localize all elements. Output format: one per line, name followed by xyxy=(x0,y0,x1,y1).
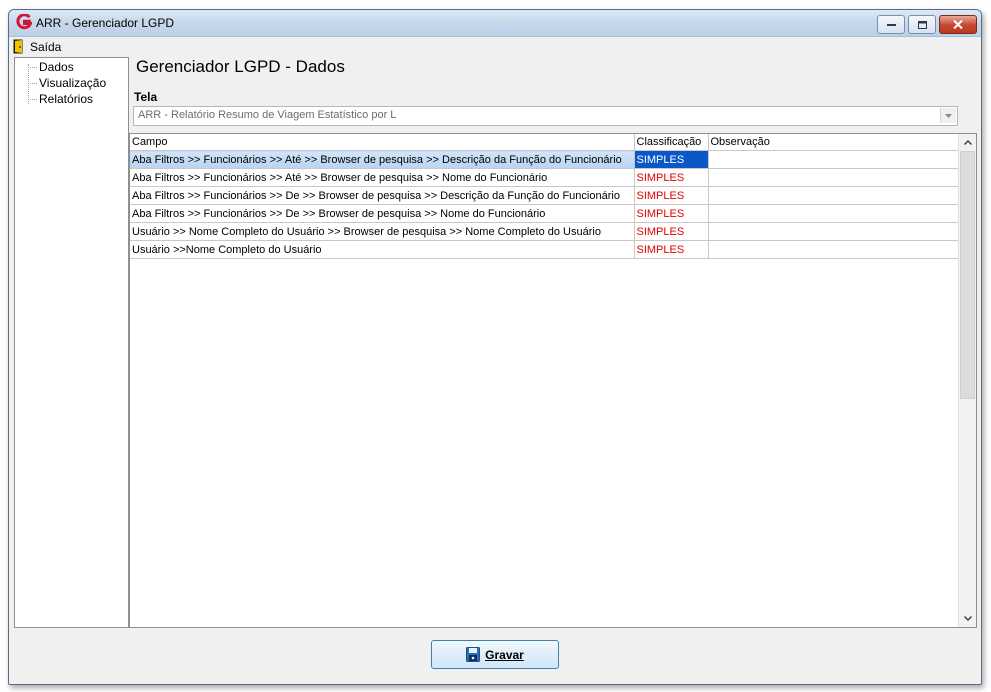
cell-classificacao[interactable]: SIMPLES xyxy=(634,150,709,169)
cell-classificacao[interactable]: SIMPLES xyxy=(634,204,709,223)
page-title: Gerenciador LGPD - Dados xyxy=(136,57,345,76)
cell-campo[interactable]: Usuário >>Nome Completo do Usuário xyxy=(130,240,635,259)
tree-connector xyxy=(28,83,37,84)
save-button[interactable]: Gravar xyxy=(431,640,559,669)
app-logo-icon xyxy=(16,14,32,30)
menu-item-exit[interactable]: Saída xyxy=(13,38,61,55)
tree-connector xyxy=(28,64,39,104)
vertical-scrollbar[interactable] xyxy=(958,134,976,627)
navigation-tree: Dados Visualização Relatórios xyxy=(14,57,129,628)
table-row[interactable]: Aba Filtros >> Funcionários >> Até >> Br… xyxy=(130,150,959,169)
tree-item-relatorios[interactable]: Relatórios xyxy=(39,92,93,106)
cell-observacao[interactable] xyxy=(708,204,959,223)
save-button-label: Gravar xyxy=(485,647,524,662)
tree-item-visualizacao[interactable]: Visualização xyxy=(39,76,106,90)
chevron-up-icon xyxy=(963,140,972,145)
table-row[interactable]: Usuário >> Nome Completo do Usuário >> B… xyxy=(130,222,959,241)
data-grid: Campo Classificação Observação Aba Filtr… xyxy=(129,133,977,628)
scroll-down-button[interactable] xyxy=(959,610,976,627)
app-window: ARR - Gerenciador LGPD Saída Dados Visua… xyxy=(8,9,982,685)
cell-classificacao[interactable]: SIMPLES xyxy=(634,186,709,205)
scroll-up-button[interactable] xyxy=(959,134,976,151)
tree-item-dados[interactable]: Dados xyxy=(39,60,74,74)
cell-observacao[interactable] xyxy=(708,150,959,169)
exit-door-icon xyxy=(13,39,23,54)
column-header-observacao[interactable]: Observação xyxy=(708,134,959,151)
cell-campo[interactable]: Aba Filtros >> Funcionários >> Até >> Br… xyxy=(130,168,635,187)
floppy-disk-icon xyxy=(466,647,481,662)
tree-connector xyxy=(28,67,37,68)
grid-header-row: Campo Classificação Observação xyxy=(130,134,959,151)
cell-campo[interactable]: Aba Filtros >> Funcionários >> Até >> Br… xyxy=(130,150,635,169)
exit-label: Saída xyxy=(30,39,62,54)
cell-classificacao[interactable]: SIMPLES xyxy=(634,168,709,187)
cell-classificacao[interactable]: SIMPLES xyxy=(634,240,709,259)
maximize-button[interactable] xyxy=(908,15,936,34)
scroll-thumb[interactable] xyxy=(960,151,975,399)
minimize-button[interactable] xyxy=(877,15,905,34)
title-bar[interactable]: ARR - Gerenciador LGPD xyxy=(9,10,981,37)
tela-select[interactable]: ARR - Relatório Resumo de Viagem Estatís… xyxy=(133,106,958,126)
close-button[interactable] xyxy=(939,15,977,34)
window-title: ARR - Gerenciador LGPD xyxy=(36,16,175,30)
chevron-down-icon xyxy=(945,113,952,118)
column-header-campo[interactable]: Campo xyxy=(130,134,635,151)
close-icon xyxy=(953,20,963,29)
cell-campo[interactable]: Aba Filtros >> Funcionários >> De >> Bro… xyxy=(130,204,635,223)
table-row[interactable]: Usuário >>Nome Completo do Usuário SIMPL… xyxy=(130,240,959,259)
dropdown-button[interactable] xyxy=(940,108,956,123)
cell-campo[interactable]: Aba Filtros >> Funcionários >> De >> Bro… xyxy=(130,186,635,205)
cell-campo[interactable]: Usuário >> Nome Completo do Usuário >> B… xyxy=(130,222,635,241)
maximize-icon xyxy=(917,20,927,29)
cell-observacao[interactable] xyxy=(708,168,959,187)
tela-label: Tela xyxy=(134,90,158,104)
column-header-classificacao[interactable]: Classificação xyxy=(634,134,709,151)
table-row[interactable]: Aba Filtros >> Funcionários >> De >> Bro… xyxy=(130,204,959,223)
cell-classificacao[interactable]: SIMPLES xyxy=(634,222,709,241)
menu-bar: Saída xyxy=(9,37,981,56)
cell-observacao[interactable] xyxy=(708,186,959,205)
cell-observacao[interactable] xyxy=(708,222,959,241)
cell-observacao[interactable] xyxy=(708,240,959,259)
tree-connector xyxy=(28,99,37,100)
minimize-icon xyxy=(886,23,896,26)
table-row[interactable]: Aba Filtros >> Funcionários >> Até >> Br… xyxy=(130,168,959,187)
grid-table: Campo Classificação Observação Aba Filtr… xyxy=(130,134,959,259)
chevron-down-icon xyxy=(963,616,972,621)
tela-select-value: ARR - Relatório Resumo de Viagem Estatís… xyxy=(138,109,397,121)
table-row[interactable]: Aba Filtros >> Funcionários >> De >> Bro… xyxy=(130,186,959,205)
